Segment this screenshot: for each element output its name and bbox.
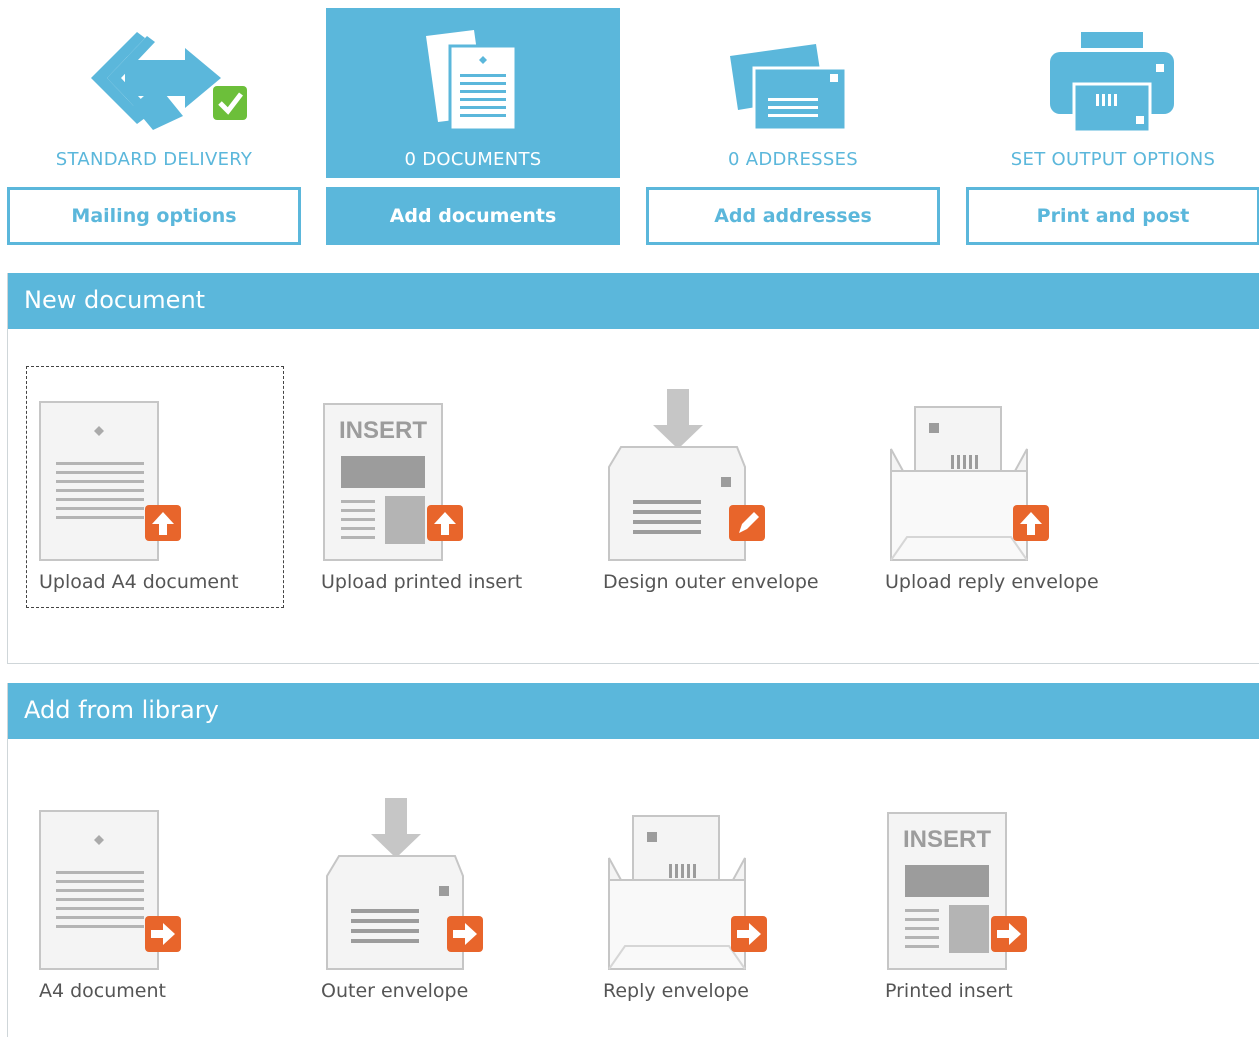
library-reply-envelope-tile[interactable]: Reply envelope <box>591 776 847 1016</box>
tile-label: Upload printed insert <box>321 571 523 593</box>
insert-text: INSERT <box>339 417 427 444</box>
upload-printed-insert-tile[interactable]: INSERT Upload printed insert <box>309 367 565 607</box>
panel-title: New document <box>8 273 1259 329</box>
step-label: STANDARD DELIVERY <box>55 149 253 170</box>
library-outer-envelope-tile[interactable]: Outer envelope <box>309 776 565 1016</box>
print-and-post-button[interactable]: Print and post <box>966 187 1259 245</box>
tile-label: A4 document <box>39 980 166 1002</box>
insert-text: INSERT <box>903 826 991 853</box>
delivery-arrows-check-icon <box>91 32 247 130</box>
panel-title: Add from library <box>8 683 1259 739</box>
mailing-options-button[interactable]: Mailing options <box>7 187 301 245</box>
outer-envelope-edit-icon <box>608 389 765 561</box>
upload-a4-document-tile[interactable]: Upload A4 document <box>26 366 284 608</box>
outer-envelope-add-icon <box>326 798 483 970</box>
library-a4-document-tile[interactable]: A4 document <box>27 776 283 1016</box>
printer-icon <box>1050 32 1174 134</box>
add-documents-button[interactable]: Add documents <box>326 187 620 245</box>
address-cards-icon <box>730 44 848 132</box>
step-label: SET OUTPUT OPTIONS <box>1010 149 1216 170</box>
step-label: 0 DOCUMENTS <box>404 149 542 170</box>
printed-insert-add-icon: INSERT <box>887 812 1027 970</box>
a4-document-upload-icon <box>39 401 181 561</box>
tile-label: Upload A4 document <box>39 571 239 593</box>
step-addresses[interactable]: 0 ADDRESSES <box>646 8 940 178</box>
tile-label: Upload reply envelope <box>885 571 1099 593</box>
reply-envelope-upload-icon <box>890 406 1049 561</box>
tile-label: Reply envelope <box>603 980 749 1002</box>
add-addresses-button[interactable]: Add addresses <box>646 187 940 245</box>
reply-envelope-add-icon <box>608 815 767 970</box>
design-outer-envelope-tile[interactable]: Design outer envelope <box>591 367 847 607</box>
tile-label: Printed insert <box>885 980 1013 1002</box>
tile-label: Design outer envelope <box>603 571 819 593</box>
library-printed-insert-tile[interactable]: INSERT Printed insert <box>873 776 1129 1016</box>
step-label: 0 ADDRESSES <box>727 149 859 170</box>
upload-reply-envelope-tile[interactable]: Upload reply envelope <box>873 367 1129 607</box>
a4-document-add-icon <box>39 810 181 970</box>
step-documents[interactable]: 0 DOCUMENTS <box>326 8 620 178</box>
step-output-options[interactable]: SET OUTPUT OPTIONS <box>966 8 1259 178</box>
step-standard-delivery[interactable]: STANDARD DELIVERY <box>7 8 301 178</box>
tile-label: Outer envelope <box>321 980 469 1002</box>
printed-insert-upload-icon: INSERT <box>323 403 463 561</box>
documents-stack-icon <box>426 30 518 132</box>
